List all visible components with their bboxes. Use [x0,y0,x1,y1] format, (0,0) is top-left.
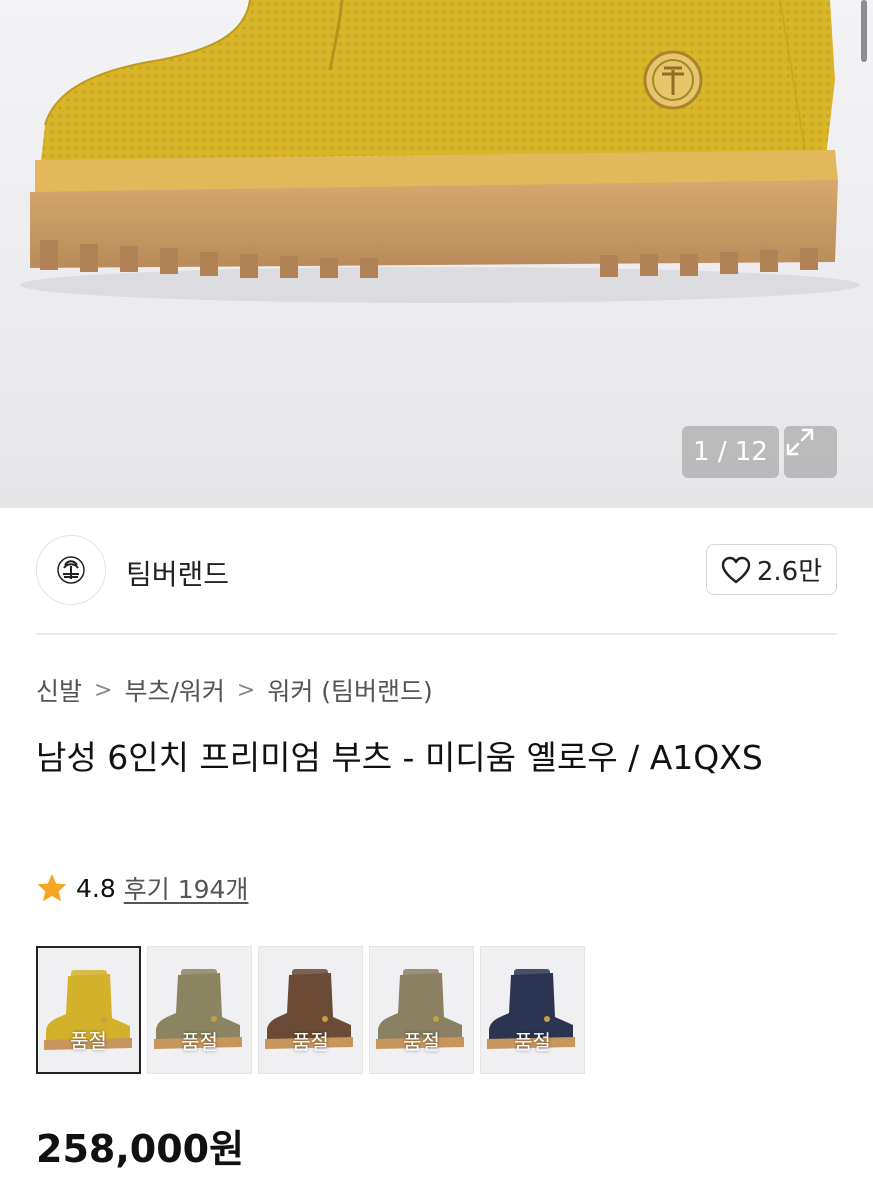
brand-logo[interactable] [36,535,106,605]
color-variant-thumb[interactable]: 품절 [480,946,585,1074]
sold-out-badge: 품절 [181,1030,218,1054]
image-counter: 1 / 12 [682,426,779,478]
product-image-gallery[interactable]: 1 / 12 [0,0,873,508]
product-title: 남성 6인치 프리미엄 부츠 - 미디움 옐로우 / A1QXS [36,738,763,777]
sold-out-badge: 품절 [514,1030,551,1054]
divider [36,633,837,635]
color-variant-thumb[interactable]: 품절 [258,946,363,1074]
scrollbar[interactable] [861,0,867,62]
chevron-right-icon: > [94,677,113,703]
rating-row: 4.8 후기 194개 [36,870,248,906]
color-variant-thumb[interactable]: 품절 [36,946,141,1074]
star-icon [37,874,67,902]
color-variant-thumb[interactable]: 품절 [147,946,252,1074]
breadcrumb: 신발 > 부츠/워커 > 워커 (팀버랜드) [36,672,433,708]
breadcrumb-item-boots[interactable]: 부츠/워커 [124,672,224,708]
like-button[interactable]: 2.6만 [706,544,837,595]
brand-name[interactable]: 팀버랜드 [126,553,229,593]
brand-row: 팀버랜드 2.6만 [36,535,837,605]
boot-thumbnail-image [44,970,132,1050]
sold-out-badge: 품절 [70,1029,107,1053]
price: 258,000원 [36,1127,245,1171]
color-variants: 품절 품절 품절 품절 품절 [36,946,585,1074]
breadcrumb-item-shoes[interactable]: 신발 [36,672,82,708]
rating-value: 4.8 [76,873,116,903]
sold-out-badge: 품절 [403,1030,440,1054]
breadcrumb-item-walker[interactable]: 워커 (팀버랜드) [267,672,432,708]
color-variant-thumb[interactable]: 품절 [369,946,474,1074]
expand-icon [786,428,814,456]
tree-logo-icon [57,556,85,584]
reviews-link[interactable]: 후기 194개 [124,870,249,906]
sold-out-badge: 품절 [292,1030,329,1054]
chevron-right-icon: > [236,677,256,703]
like-count: 2.6만 [756,557,823,587]
heart-icon [721,556,751,583]
expand-button[interactable] [784,426,837,478]
